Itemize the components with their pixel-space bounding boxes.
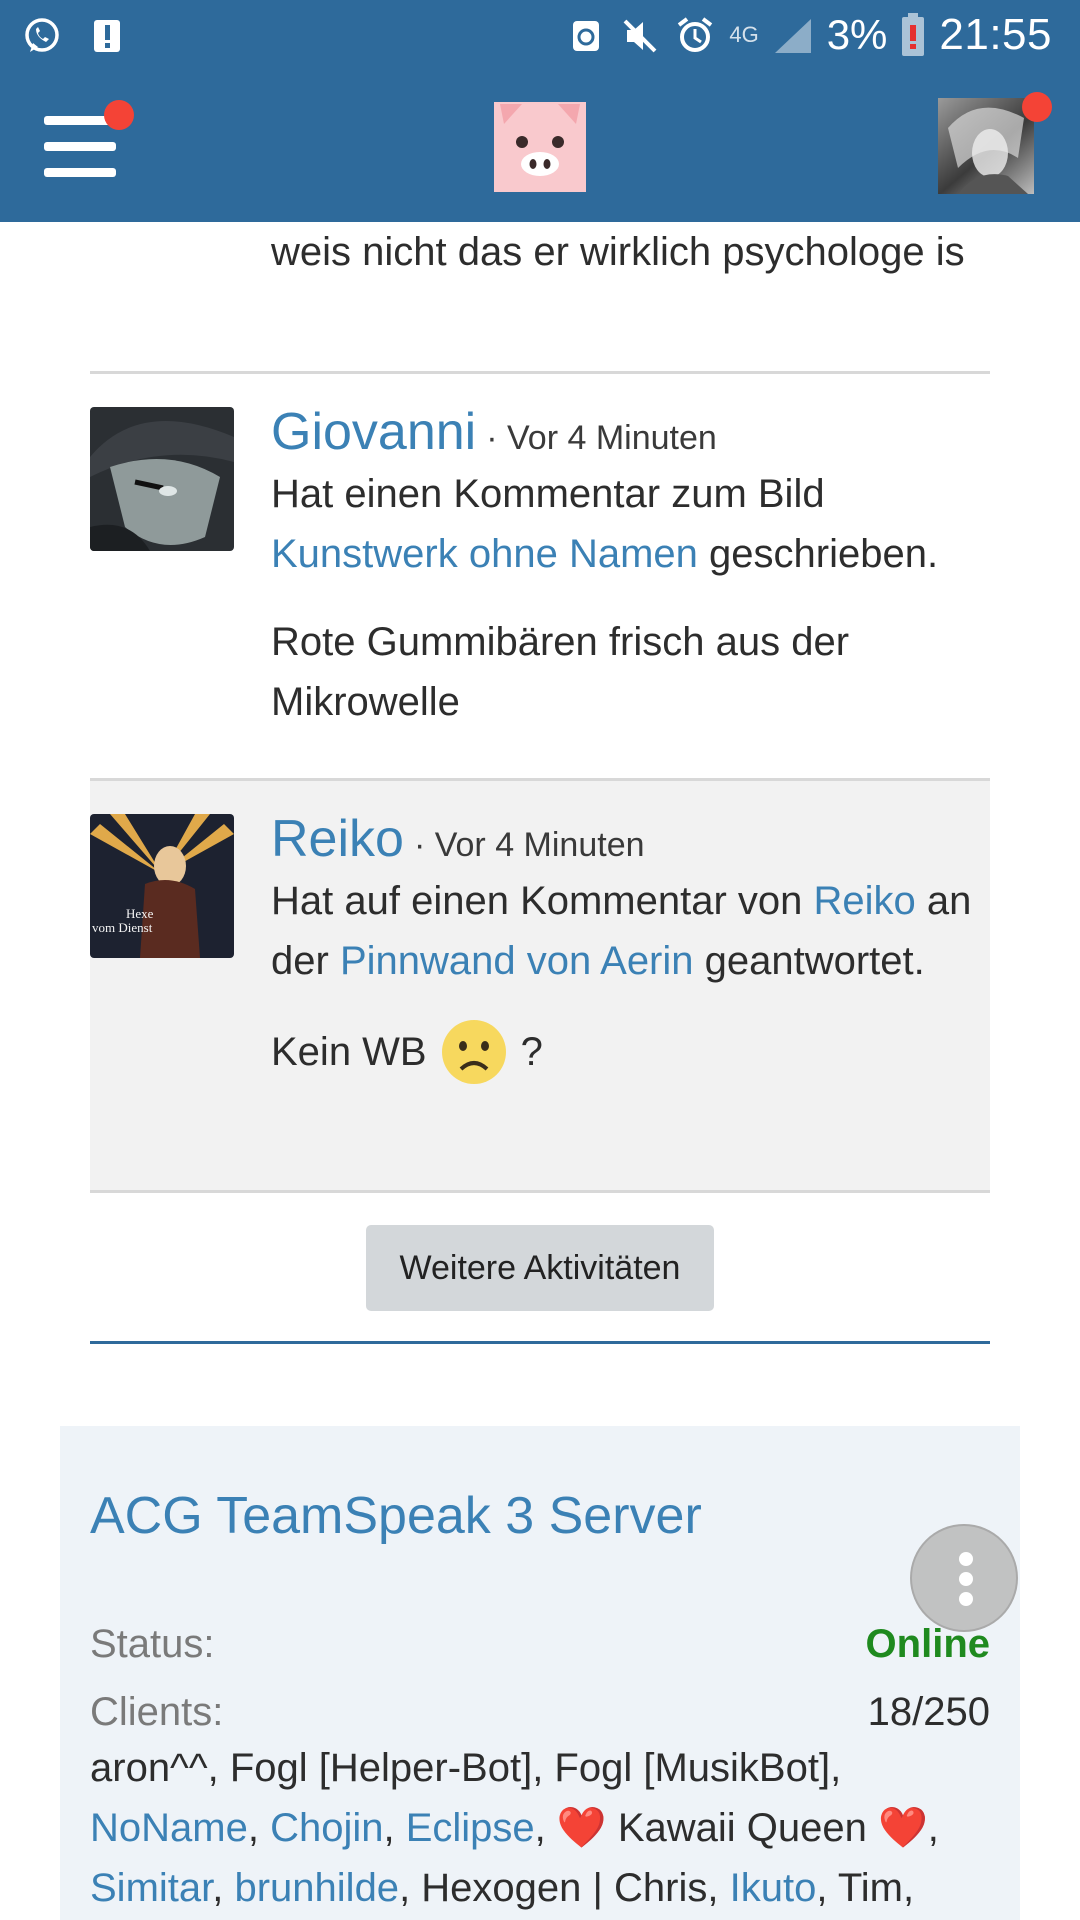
fab-dot <box>959 1592 973 1606</box>
app-header <box>0 72 1080 222</box>
separator: , <box>903 1866 915 1910</box>
client-name: Tim <box>837 1866 903 1910</box>
pinboard-link[interactable]: Pinnwand von Aerin <box>340 939 694 983</box>
avatar-caption: Hexe <box>126 906 154 921</box>
fab-dot <box>959 1552 973 1566</box>
avatar[interactable] <box>90 407 234 551</box>
status-row: Status: Online <box>90 1622 990 1667</box>
client-link[interactable]: NoName <box>90 1806 248 1850</box>
section-divider <box>90 1341 990 1344</box>
activity-text-part: geschrieben. <box>697 532 939 576</box>
entry-meta: Reiko · Vor 4 Minuten <box>271 807 990 871</box>
separator: , <box>534 1806 557 1850</box>
menu-bar <box>44 168 116 177</box>
previous-entry-text: weis nicht das er wirklich psychologe is <box>271 230 965 274</box>
image-link[interactable]: Kunstwerk ohne Namen <box>271 532 698 576</box>
more-vertical-icon[interactable] <box>910 1524 1018 1632</box>
avatar-caption: vom Dienst <box>92 920 153 935</box>
entry-meta: Giovanni · Vor 4 Minuten <box>271 400 990 464</box>
clients-value: 18/250 <box>867 1690 990 1734</box>
alarm-icon <box>678 17 713 52</box>
activity-text-part: Hat einen Kommentar zum Bild <box>271 472 825 516</box>
heart-icon: ❤️ <box>556 1806 618 1850</box>
activity-text-part: Hat auf einen Kommentar von <box>271 879 814 923</box>
comment-text: Kein WB ? <box>271 1019 990 1085</box>
separator: , <box>207 1746 230 1790</box>
fab-dot <box>959 1572 973 1586</box>
activity-text: Hat auf einen Kommentar von Reiko an der… <box>271 871 990 991</box>
client-name: Hexogen | Chris <box>421 1866 708 1910</box>
alert-icon <box>94 20 120 52</box>
timestamp: · Vor 4 Minuten <box>486 419 717 457</box>
activity-text: Hat einen Kommentar zum Bild Kunstwerk o… <box>271 464 990 584</box>
separator: , <box>399 1866 422 1910</box>
separator: , <box>383 1806 406 1850</box>
separator: , <box>816 1866 838 1910</box>
clients-list: aron^^, Fogl [Helper-Bot], Fogl [MusikBo… <box>90 1738 990 1918</box>
notification-dot <box>104 100 134 130</box>
status-bar: 4G 3% 21:55 <box>0 0 1080 72</box>
signal-icon <box>774 19 811 53</box>
network-type: 4G <box>729 22 759 47</box>
recycle-icon <box>573 21 600 51</box>
clients-row: Clients: 18/250 <box>90 1690 990 1735</box>
user-link[interactable]: Reiko <box>814 879 916 923</box>
separator: , <box>830 1746 842 1790</box>
battery-percentage: 3% <box>826 11 888 58</box>
heart-icon: ❤️ <box>866 1806 928 1850</box>
comment-text: Rote Gummibären frisch aus der Mikrowell… <box>271 620 850 724</box>
user-link[interactable]: Reiko <box>271 807 404 871</box>
clock: 21:55 <box>939 10 1052 59</box>
timestamp: · Vor 4 Minuten <box>413 826 645 864</box>
comment-text-part: ? <box>520 1030 543 1074</box>
battery-icon <box>902 13 925 56</box>
separator: , <box>247 1806 271 1850</box>
activity-entry: Hexe vom Dienst Reiko · Vor 4 Minuten Ha… <box>90 781 990 1190</box>
separator: , <box>532 1746 555 1790</box>
activity-feed: weis nicht das er wirklich psychologe is… <box>90 222 990 1344</box>
client-link[interactable]: Ikuto <box>730 1866 817 1910</box>
client-name: Fogl [Helper-Bot] <box>229 1746 533 1790</box>
client-link[interactable]: brunhilde <box>234 1866 399 1910</box>
client-name: Fogl [MusikBot] <box>554 1746 831 1790</box>
client-link[interactable]: Chojin <box>270 1806 383 1850</box>
pig-logo-icon[interactable] <box>494 102 586 192</box>
teamspeak-box: ACG TeamSpeak 3 Server Status: Online Cl… <box>60 1426 1020 1920</box>
separator: , <box>927 1806 939 1850</box>
separator: , <box>707 1866 730 1910</box>
mute-icon <box>623 19 657 53</box>
client-link[interactable]: Simitar <box>90 1866 212 1910</box>
status-bar-right: 4G 3% 21:55 <box>567 10 1052 60</box>
clients-label: Clients: <box>90 1690 224 1734</box>
user-avatar-button[interactable] <box>938 92 1052 194</box>
hamburger-menu-icon[interactable] <box>44 100 134 178</box>
sad-face-icon <box>441 1020 506 1084</box>
menu-bar <box>44 142 116 151</box>
user-link[interactable]: Giovanni <box>271 400 476 464</box>
more-activities-wrap: Weitere Aktivitäten <box>90 1193 990 1341</box>
avatar <box>948 107 1028 194</box>
client-name: Kawaii Queen <box>617 1806 867 1850</box>
activity-entry: Giovanni · Vor 4 Minuten Hat einen Komme… <box>90 374 990 778</box>
comment-text-part: Kein WB <box>271 1030 427 1074</box>
separator: , <box>212 1866 235 1910</box>
avatar[interactable]: Hexe vom Dienst <box>90 814 234 958</box>
status-label: Status: <box>90 1622 215 1666</box>
client-link[interactable]: Eclipse <box>406 1806 535 1850</box>
notification-dot <box>1022 92 1052 122</box>
teamspeak-title[interactable]: ACG TeamSpeak 3 Server <box>90 1486 702 1546</box>
more-activities-button[interactable]: Weitere Aktivitäten <box>366 1225 714 1311</box>
activity-text-part: geantwortet. <box>693 939 925 983</box>
client-name: aron^^ <box>90 1746 208 1790</box>
status-bar-left <box>22 14 128 58</box>
whatsapp-icon <box>25 18 59 52</box>
